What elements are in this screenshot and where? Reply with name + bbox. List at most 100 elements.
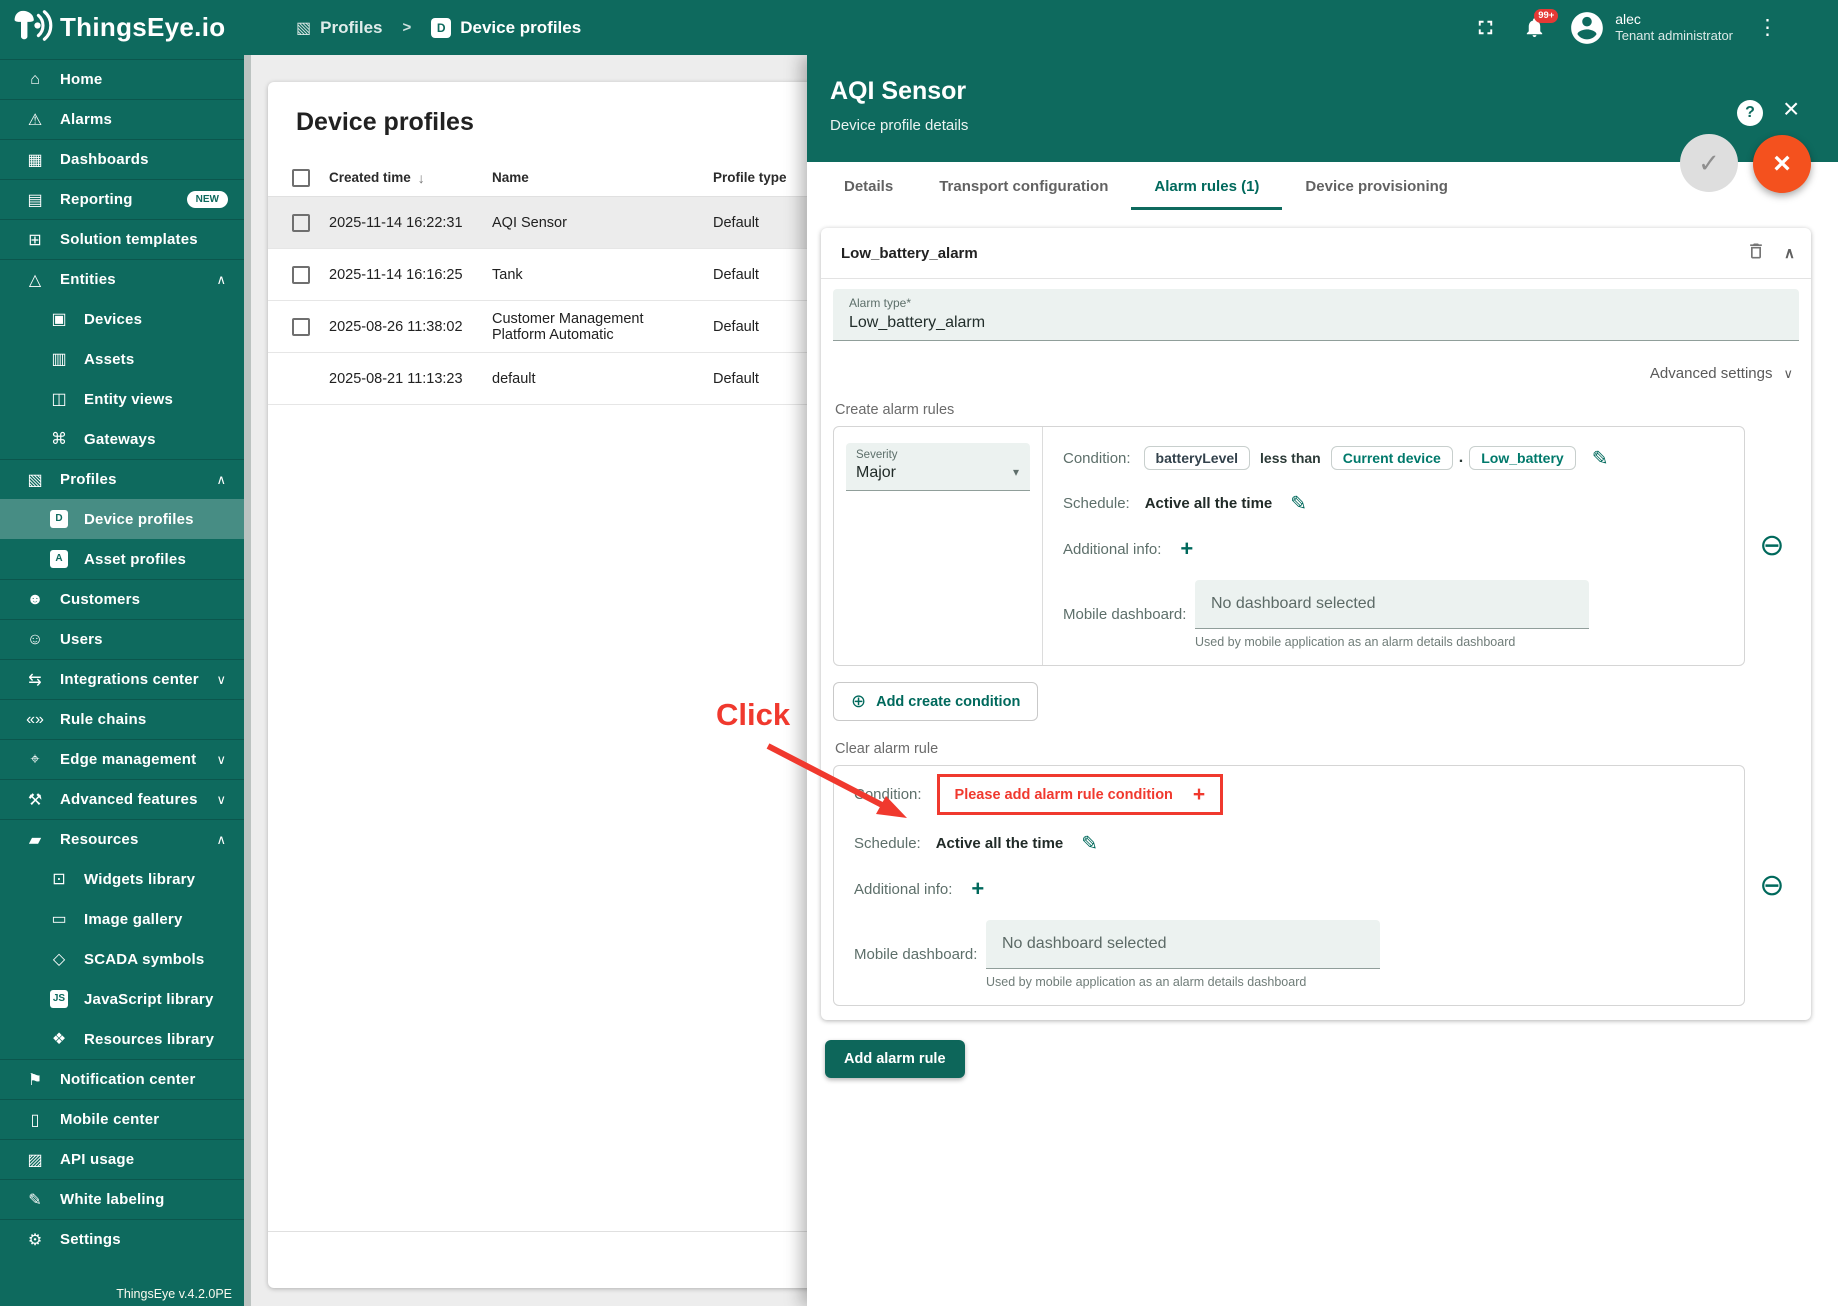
tab-device-provisioning[interactable]: Device provisioning <box>1282 162 1471 210</box>
sidebar-item-profiles[interactable]: ▧Profiles∧ <box>0 459 244 499</box>
sidebar-item-settings[interactable]: ⚙Settings <box>0 1219 244 1259</box>
apply-changes-fab[interactable]: ✓ <box>1680 134 1738 192</box>
sidebar-item-assets[interactable]: ▥Assets <box>0 339 244 379</box>
api-usage-icon: ▨ <box>22 1150 48 1170</box>
edit-clear-schedule-icon[interactable]: ✎ <box>1081 831 1098 856</box>
advanced-settings-toggle[interactable]: Advanced settings ∨ <box>839 365 1793 382</box>
sidebar-item-api-usage[interactable]: ▨ API usage <box>0 1139 244 1179</box>
sidebar-item-alarms[interactable]: ⚠Alarms <box>0 99 244 139</box>
severity-select[interactable]: Severity Major ▾ <box>846 443 1030 491</box>
kebab-menu-icon[interactable]: ⋮ <box>1757 15 1778 40</box>
add-alarm-rule-button[interactable]: Add alarm rule <box>825 1040 965 1078</box>
sidebar-item-customers[interactable]: ☻Customers <box>0 579 244 619</box>
notifications-bell-icon[interactable]: 99+ <box>1523 16 1546 39</box>
sidebar-item-label: SCADA symbols <box>84 951 204 968</box>
cancel-changes-fab[interactable]: × <box>1753 135 1811 193</box>
scada-symbols-icon: ◇ <box>46 949 72 969</box>
sidebar-item-gateways[interactable]: ⌘Gateways <box>0 419 244 459</box>
schedule-value: Active all the time <box>1145 495 1273 512</box>
condition-value-chip[interactable]: Low_battery <box>1469 446 1575 470</box>
image-gallery-icon: ▭ <box>46 909 72 929</box>
remove-clear-rule-icon[interactable]: ⊖ <box>1759 871 1784 901</box>
sidebar-item-scada-symbols[interactable]: ◇ SCADA symbols <box>0 939 244 979</box>
sidebar-item-label: Device profiles <box>84 511 194 528</box>
sidebar-item-notification-center[interactable]: ⚑Notification center <box>0 1059 244 1099</box>
condition-key-chip[interactable]: batteryLevel <box>1144 446 1250 470</box>
sidebar-item-image-gallery[interactable]: ▭Image gallery <box>0 899 244 939</box>
sidebar-item-edge-management[interactable]: ⌖Edge management∨ <box>0 739 244 779</box>
sidebar-item-label: Advanced features <box>60 791 198 808</box>
sidebar-item-users[interactable]: ☺Users <box>0 619 244 659</box>
row-checkbox[interactable] <box>292 266 310 284</box>
sidebar-item-device-profiles[interactable]: DDevice profiles <box>0 499 244 539</box>
logo[interactable]: ThingsEye.io <box>10 7 262 49</box>
cell-created-time: 2025-11-14 16:22:31 <box>329 215 492 231</box>
column-created-time[interactable]: Created time <box>329 170 411 185</box>
device-profile-details-drawer: AQI Sensor Device profile details ? × ✓ … <box>807 55 1838 1306</box>
sidebar-item-reporting[interactable]: ▤ReportingNEW <box>0 179 244 219</box>
clear-mobile-dashboard-select[interactable]: No dashboard selected <box>986 920 1380 969</box>
sort-desc-icon[interactable]: ↓ <box>418 170 425 186</box>
clear-additional-info-label: Additional info: <box>854 881 952 898</box>
settings-icon: ⚙ <box>22 1230 48 1250</box>
tab-details[interactable]: Details <box>821 162 916 210</box>
sidebar-item-asset-profiles[interactable]: AAsset profiles <box>0 539 244 579</box>
sidebar-item-home[interactable]: ⌂Home <box>0 59 244 99</box>
edit-schedule-icon[interactable]: ✎ <box>1290 491 1307 516</box>
sidebar-item-white-labeling[interactable]: ✎White labeling <box>0 1179 244 1219</box>
remove-create-rule-icon[interactable]: ⊖ <box>1759 531 1784 561</box>
sidebar-item-devices[interactable]: ▣Devices <box>0 299 244 339</box>
alarm-type-label: Alarm type* <box>849 296 1783 310</box>
add-create-condition-button[interactable]: ⊕ Add create condition <box>833 682 1038 721</box>
sidebar-item-rule-chains[interactable]: «»Rule chains <box>0 699 244 739</box>
fullscreen-icon[interactable] <box>1474 16 1497 39</box>
advanced-features-icon: ⚒ <box>22 790 48 810</box>
sidebar-item-solution-templates[interactable]: ⊞Solution templates <box>0 219 244 259</box>
avatar[interactable] <box>1568 9 1606 47</box>
user-info[interactable]: alec Tenant administrator <box>1615 10 1733 45</box>
collapse-alarm-icon[interactable]: ∧ <box>1784 244 1795 262</box>
scrollbar[interactable] <box>244 55 251 1306</box>
sidebar-item-resources[interactable]: ▰Resources∧ <box>0 819 244 859</box>
drawer-title: AQI Sensor <box>830 77 966 106</box>
sidebar-item-advanced-features[interactable]: ⚒Advanced features∨ <box>0 779 244 819</box>
sidebar-item-entity-views[interactable]: ◫Entity views <box>0 379 244 419</box>
close-icon[interactable]: × <box>1783 95 1799 123</box>
add-clear-condition-icon[interactable]: + <box>1193 784 1205 805</box>
tab-transport-configuration[interactable]: Transport configuration <box>916 162 1131 210</box>
mobile-dashboard-select[interactable]: No dashboard selected <box>1195 580 1589 629</box>
breadcrumb-profiles[interactable]: Profiles <box>320 18 382 38</box>
sidebar-item-label: Mobile center <box>60 1111 159 1128</box>
add-clear-additional-info-icon[interactable]: + <box>971 878 984 900</box>
sidebar-item-entities[interactable]: △Entities∧ <box>0 259 244 299</box>
help-icon[interactable]: ? <box>1737 100 1763 126</box>
alarm-type-field[interactable]: Alarm type* Low_battery_alarm <box>833 289 1799 341</box>
alarm-rule-panel-header[interactable]: Low_battery_alarm ∧ <box>821 228 1811 278</box>
add-additional-info-icon[interactable]: + <box>1180 538 1193 560</box>
sidebar-item-dashboards[interactable]: ▦Dashboards <box>0 139 244 179</box>
tab-alarm-rules-1[interactable]: Alarm rules (1) <box>1131 162 1282 210</box>
condition-entity-chip[interactable]: Current device <box>1331 446 1453 470</box>
sidebar-item-label: API usage <box>60 1151 134 1168</box>
mobile-center-icon: ▯ <box>22 1110 48 1130</box>
delete-alarm-icon[interactable] <box>1746 241 1766 266</box>
column-name[interactable]: Name <box>492 170 713 185</box>
mobile-dashboard-hint: Used by mobile application as an alarm d… <box>1195 635 1589 649</box>
condition-label: Condition: <box>1063 450 1131 467</box>
customers-icon: ☻ <box>22 591 48 609</box>
row-checkbox[interactable] <box>292 318 310 336</box>
sidebar-item-javascript-library[interactable]: JSJavaScript library <box>0 979 244 1019</box>
gateways-icon: ⌘ <box>46 429 72 449</box>
sidebar-item-mobile-center[interactable]: ▯ Mobile center <box>0 1099 244 1139</box>
sidebar-item-integrations-center[interactable]: ⇆Integrations center∨ <box>0 659 244 699</box>
select-all-checkbox[interactable] <box>292 169 310 187</box>
sidebar-item-resources-library[interactable]: ❖Resources library <box>0 1019 244 1059</box>
sidebar-item-label: Integrations center <box>60 671 199 688</box>
sidebar-item-widgets-library[interactable]: ⊡Widgets library <box>0 859 244 899</box>
edit-condition-icon[interactable]: ✎ <box>1592 446 1609 471</box>
alarm-name: Low_battery_alarm <box>841 245 978 262</box>
breadcrumb-device-profiles[interactable]: Device profiles <box>460 18 581 38</box>
entities-icon: △ <box>22 270 48 290</box>
add-clear-condition-annotated[interactable]: Please add alarm rule condition + <box>937 774 1224 815</box>
row-checkbox[interactable] <box>292 214 310 232</box>
